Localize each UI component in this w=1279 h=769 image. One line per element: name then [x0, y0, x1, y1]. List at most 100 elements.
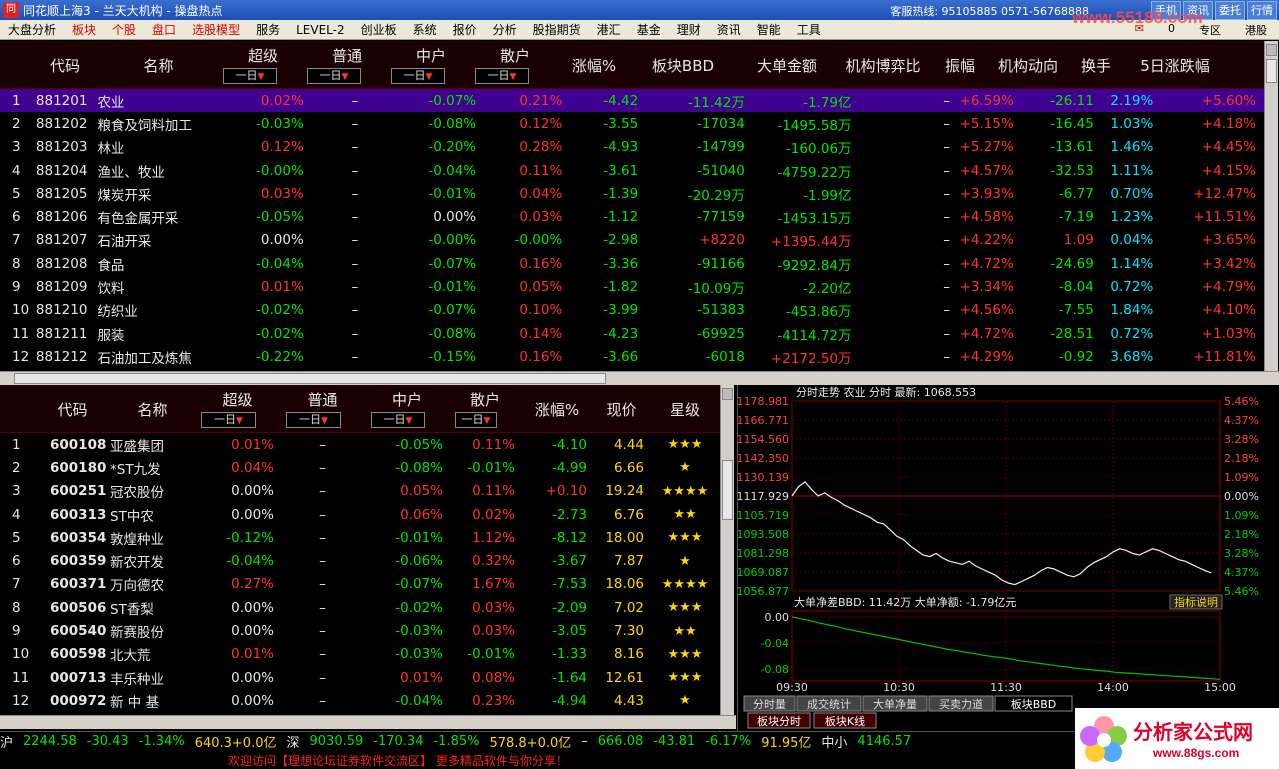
bottom-header-3[interactable]: 普通 [280, 389, 365, 410]
top-cell-9: -453.86万 [785, 304, 852, 321]
y-tick-left: 1166.771 [738, 414, 789, 427]
bottom-range-dropdown-3[interactable]: 一日▼ [455, 412, 497, 428]
top-header-6[interactable]: 涨幅% [557, 55, 631, 76]
table-row[interactable]: 4 881204 渔业、牧业 -0.00% – -0.04% 0.11% -3.61 -5104… [0, 159, 1264, 182]
top-header-10[interactable]: 振幅 [931, 55, 989, 76]
scroll-up-arrow-icon[interactable] [1266, 44, 1277, 56]
menu-item-14[interactable]: 理财 [669, 21, 709, 38]
table-row[interactable]: 10 600598 北大荒 0.01% – -0.03% -0.01% -1.33 8.16 ★★… [0, 643, 720, 666]
bottom-header-4[interactable]: 中户 [365, 389, 449, 410]
menu-item-13[interactable]: 基金 [629, 21, 669, 38]
bottom-header-2[interactable]: 超级 [195, 389, 280, 410]
top-header-4[interactable]: 中户 [389, 45, 473, 66]
bottom-header-6[interactable]: 涨幅% [521, 399, 593, 420]
table-row[interactable]: 3 600251 冠农股份 0.00% –0.05% 0.11% +0.10 19.24 ★★★… [0, 480, 720, 503]
table-row[interactable]: 6 881206 有色金属开采 -0.05% – 0.00% 0.03% -1.12 -7715… [0, 205, 1264, 228]
dropdown-label: 一日 [461, 413, 484, 426]
table-row[interactable]: 3 881203 林业 0.12% – -0.20% 0.28% -4.93 -14799 -16… [0, 136, 1264, 159]
top-header-7[interactable]: 板块BBD [631, 55, 735, 76]
table-row[interactable]: 8 881208 食品 -0.04% – -0.07% 0.16% -3.36 -91166 -9… [0, 252, 1264, 275]
top-header-5[interactable]: 散户 [473, 45, 557, 66]
bottom-header-1[interactable]: 名称 [110, 399, 195, 420]
menu-item-17[interactable]: 工具 [789, 21, 829, 38]
menu-item-4[interactable]: 选股模型 [184, 21, 248, 38]
ad-logo[interactable]: 分析家公式网 www.88gs.com [1075, 708, 1279, 769]
table-row[interactable]: 9 881209 饮料 0.01% – -0.01% 0.05% -1.82 -10.09万 -2… [0, 275, 1264, 298]
top-range-dropdown-0[interactable]: 一日▼ [223, 68, 277, 84]
table-row[interactable]: 6 600359 新农开发 -0.04% – -0.06% 0.32% -3.67 7.87 ★ [0, 549, 720, 572]
top-header-2[interactable]: 超级 [221, 45, 305, 66]
bottom-range-dropdown-0[interactable]: 一日▼ [201, 412, 256, 428]
menu-item-6[interactable]: LEVEL-2 [288, 23, 353, 37]
top-hscrollbar[interactable] [0, 371, 1279, 385]
menu-item-15[interactable]: 资讯 [709, 21, 749, 38]
scroll-thumb[interactable] [722, 460, 733, 520]
bottom-cell-7: +0.10 [545, 483, 587, 500]
top-cell-13: 1.84% [1110, 302, 1154, 319]
menu-item-10[interactable]: 分析 [485, 21, 525, 38]
table-row[interactable]: 2 881202 粮食及饲料加工 -0.03% – -0.08% 0.12% -3.55 -17… [0, 112, 1264, 135]
top-cell-12: -26.11 [1050, 92, 1094, 109]
menu-item-12[interactable]: 港汇 [589, 21, 629, 38]
table-row[interactable]: 5 881205 煤炭开采 0.03% – -0.01% 0.04% -1.39 -20.29万… [0, 182, 1264, 205]
table-row[interactable]: 1 600108 亚盛集团 0.01% – -0.05% 0.11% -4.10 4.44 ★★★ [0, 433, 720, 456]
hscroll-thumb[interactable] [14, 373, 606, 384]
top-cell-12: -6.77 [1058, 185, 1094, 202]
table-row[interactable]: 4 600313 ST中农 0.00% – 0.06% 0.02% -2.73 6.76 ★★ [0, 503, 720, 526]
table-row[interactable]: 1 881201 农业 0.02% – -0.07% 0.21% -4.42 -11.42万 -1… [0, 89, 1264, 113]
bottom-range-dropdown-2[interactable]: 一日▼ [371, 412, 425, 428]
table-row[interactable]: 7 600371 万向德农 0.27% – -0.07% 1.67% -7.53 18.06 ★★… [0, 573, 720, 596]
table-row[interactable]: 2 600180 *ST九发 0.04% – -0.08% -0.01% -4.99 6.66 ★ [0, 456, 720, 479]
top-cell-6: 0.16% [519, 348, 563, 365]
menu-item-3[interactable]: 盘口 [144, 21, 184, 38]
top-vscrollbar[interactable] [1264, 41, 1278, 371]
scroll-up-arrow-icon[interactable] [722, 388, 733, 400]
top-header-9[interactable]: 机构博弈比 [835, 55, 931, 76]
top-header-1[interactable]: 名称 [96, 55, 221, 76]
menu-item-7[interactable]: 创业板 [353, 21, 405, 38]
bottom-hscrollbar[interactable] [0, 715, 736, 729]
menu-item-2[interactable]: 个股 [104, 21, 144, 38]
top-cell-0: 9 [12, 279, 21, 296]
title-tab-3[interactable]: 行情 [1247, 1, 1277, 20]
title-tab-2[interactable]: 委托 [1215, 1, 1245, 20]
top-cell-1: 881209 [35, 279, 88, 296]
bottom-header-8[interactable]: 星级 [650, 399, 720, 420]
bottom-cell-2: 新农开发 [110, 555, 164, 572]
scroll-thumb[interactable] [1266, 59, 1277, 83]
table-row[interactable]: 7 881207 石油开采 0.00% – -0.00% -0.00% -2.98 +8220 +… [0, 229, 1264, 252]
top-range-dropdown-2[interactable]: 一日▼ [391, 68, 445, 84]
table-row[interactable]: 11 000713 丰乐种业 0.00% –0.01% 0.08% -1.64 12.61 ★★… [0, 666, 720, 689]
table-row[interactable]: 12 881212 石油加工及炼焦 -0.22% – -0.15% 0.16% -3.66 -6… [0, 345, 1264, 368]
bottom-header-7[interactable]: 现价 [593, 399, 650, 420]
top-range-dropdown-3[interactable]: 一日▼ [475, 68, 529, 84]
hk-button[interactable]: 港股 [1237, 22, 1275, 38]
menu-item-5[interactable]: 服务 [248, 21, 288, 38]
top-range-dropdown-1[interactable]: 一日▼ [307, 68, 361, 84]
table-row[interactable]: 10 881210 纺织业 -0.02% – -0.07% 0.10% -3.99 -51383… [0, 299, 1264, 322]
table-row[interactable]: 8 600506 ST香梨 0.00% – -0.02% 0.03% -2.09 7.02 ★★★ [0, 596, 720, 619]
menu-item-9[interactable]: 报价 [445, 21, 485, 38]
menu-item-0[interactable]: 大盘分析 [0, 21, 64, 38]
top-header-11[interactable]: 机构动向 [989, 55, 1067, 76]
bottom-range-dropdown-1[interactable]: 一日▼ [286, 412, 341, 428]
top-header-8[interactable]: 大单金额 [735, 55, 839, 76]
top-header-3[interactable]: 普通 [305, 45, 389, 66]
menu-item-8[interactable]: 系统 [405, 21, 445, 38]
table-row[interactable]: 12 000972 新 中 基 0.00% – -0.04% 0.23% -4.94 4.43 ★ [0, 689, 720, 712]
dropdown-label: 一日 [235, 69, 258, 82]
top-cell-10: – [943, 348, 950, 365]
bottom-cell-6: 0.08% [472, 669, 515, 686]
bottom-header-0[interactable]: 代码 [35, 399, 110, 420]
bottom-header-5[interactable]: 散户 [449, 389, 521, 410]
table-row[interactable]: 9 600540 新赛股份 0.00% – -0.03% 0.03% -3.05 7.30 ★★ [0, 619, 720, 642]
menu-item-11[interactable]: 股指期货 [525, 21, 589, 38]
top-header-12[interactable]: 换手 [1067, 55, 1125, 76]
top-header-0[interactable]: 代码 [35, 55, 95, 76]
menu-item-1[interactable]: 板块 [64, 21, 104, 38]
top-header-13[interactable]: 5日涨跌幅 [1125, 55, 1225, 76]
menu-item-16[interactable]: 智能 [749, 21, 789, 38]
bottom-vscrollbar[interactable] [720, 385, 734, 715]
table-row[interactable]: 5 600354 敦煌种业 -0.12% – -0.01% 1.12% -8.12 18.00 ★… [0, 526, 720, 549]
table-row[interactable]: 11 881211 服装 -0.02% – -0.08% 0.14% -4.23 -69925 -… [0, 322, 1264, 345]
